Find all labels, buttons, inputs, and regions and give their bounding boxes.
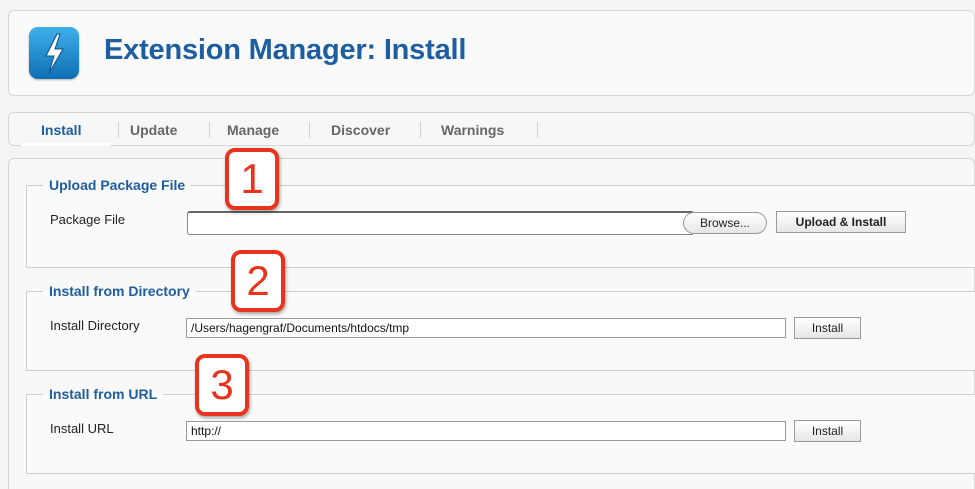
tab-separator: [420, 122, 421, 138]
callout-badge-3: 3: [195, 354, 249, 416]
install-directory-label: Install Directory: [50, 318, 140, 333]
package-file-label: Package File: [50, 212, 126, 227]
callout-badge-1: 1: [225, 148, 279, 210]
active-tab-indicator: [21, 143, 111, 146]
browse-button[interactable]: Browse...: [683, 212, 767, 234]
install-url-button[interactable]: Install: [794, 420, 861, 442]
package-file-input[interactable]: [187, 211, 693, 235]
tab-update[interactable]: Update: [130, 122, 177, 138]
tab-warnings[interactable]: Warnings: [441, 122, 504, 138]
tab-manage[interactable]: Manage: [227, 122, 279, 138]
install-url-label: Install URL: [50, 421, 114, 436]
tab-discover[interactable]: Discover: [331, 122, 390, 138]
tab-separator: [209, 122, 210, 138]
install-directory-legend: Install from Directory: [49, 283, 190, 299]
page-title: Extension Manager: Install: [104, 34, 467, 66]
install-panel: Upload Package File Package File Browse.…: [8, 158, 975, 489]
lightning-bolt-icon: [29, 27, 79, 79]
tab-bar: Install Update Manage Discover Warnings: [8, 112, 975, 146]
upload-package-legend: Upload Package File: [49, 177, 186, 193]
install-url-legend: Install from URL: [49, 386, 158, 402]
page-header: Extension Manager: Install: [8, 10, 975, 96]
tab-install[interactable]: Install: [41, 122, 81, 138]
tab-separator: [537, 122, 538, 138]
install-url-input[interactable]: [186, 421, 786, 441]
upload-install-button[interactable]: Upload & Install: [776, 211, 906, 233]
tab-separator: [118, 122, 119, 138]
tab-separator: [309, 122, 310, 138]
callout-badge-2: 2: [231, 250, 285, 312]
install-directory-button[interactable]: Install: [794, 317, 861, 339]
install-directory-input[interactable]: [186, 318, 786, 338]
